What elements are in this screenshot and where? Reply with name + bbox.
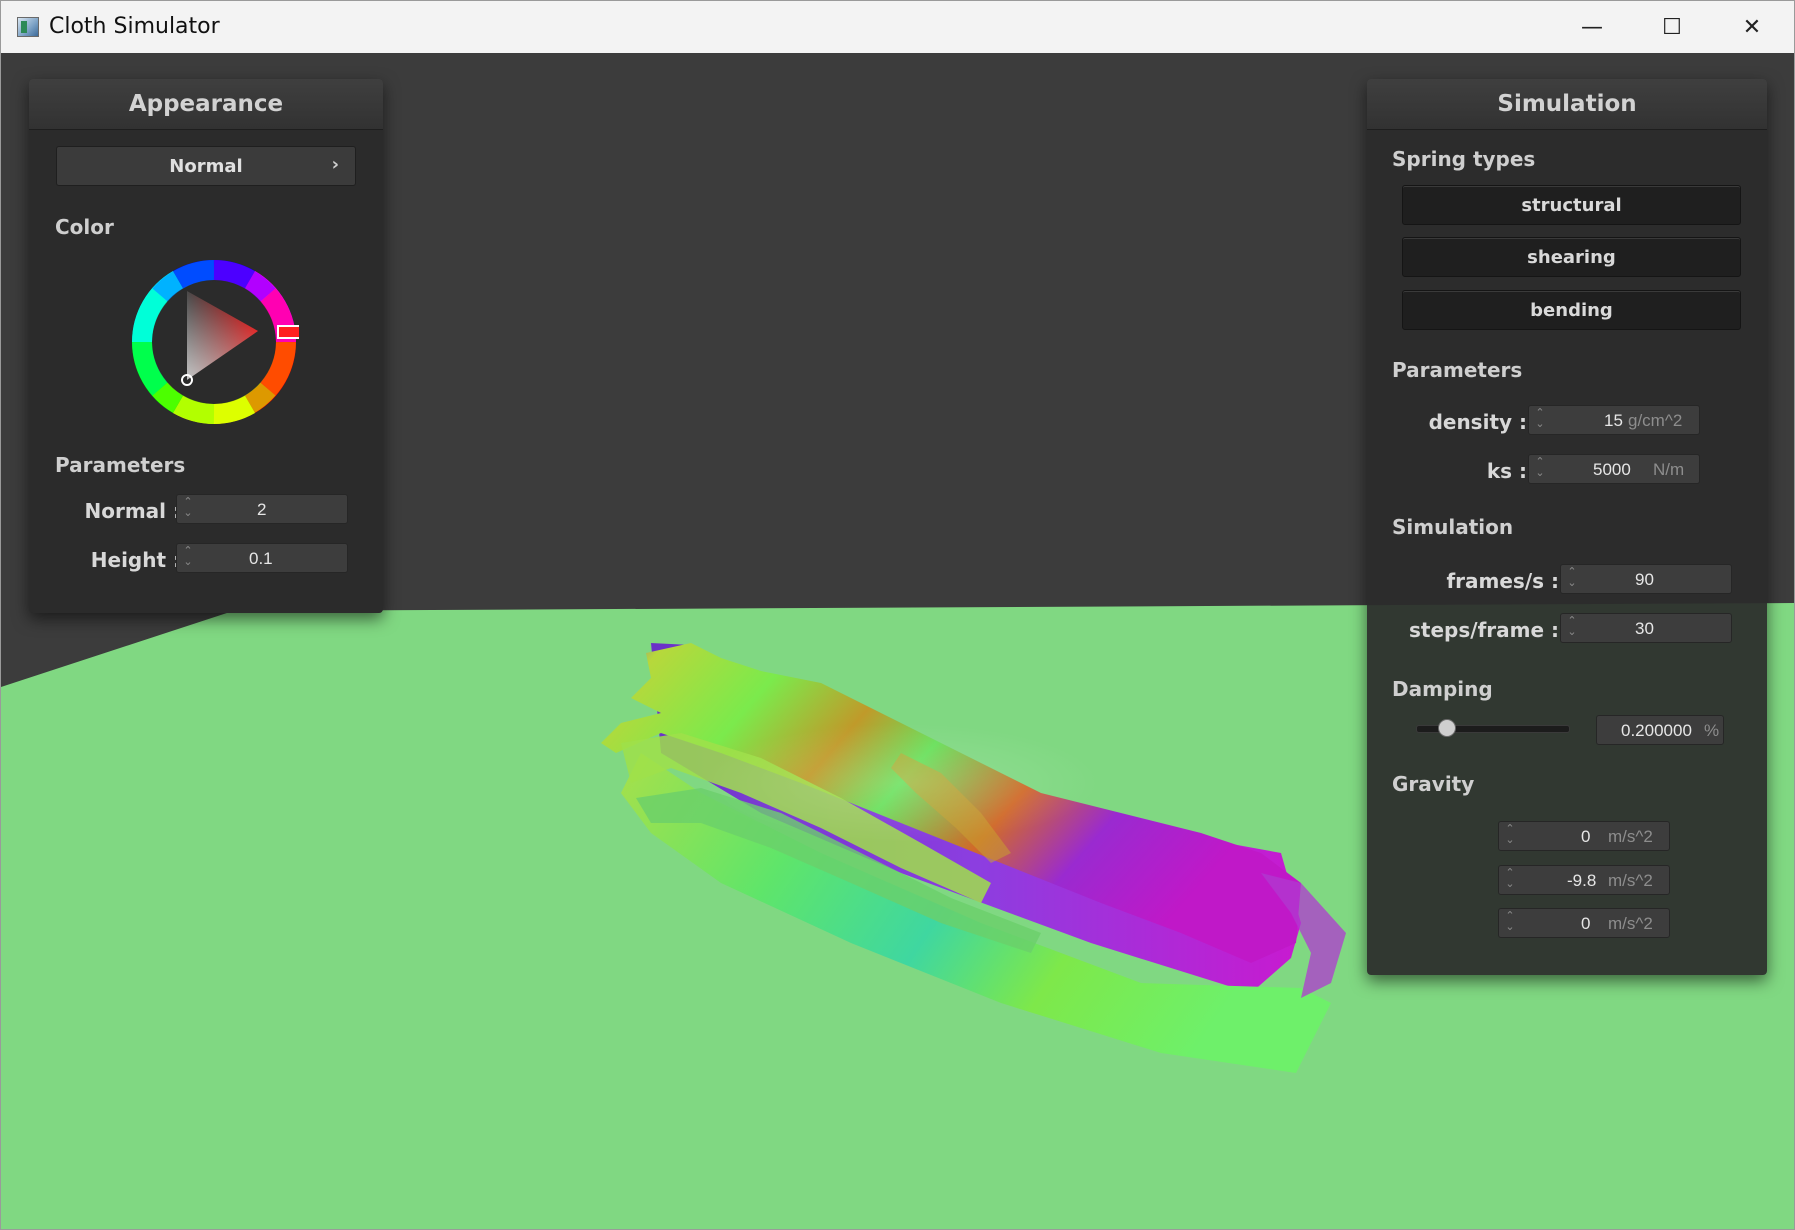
gravity-y-unit: m/s^2 xyxy=(1608,871,1653,890)
steps-input[interactable]: ⌃ ⌄ 30 xyxy=(1560,613,1732,643)
gravity-z-input[interactable]: ⌃ ⌄ 0 m/s^2 xyxy=(1498,908,1670,938)
appearance-panel: Appearance Normal › Color Parameters Nor… xyxy=(29,79,383,613)
density-unit: g/cm^2 xyxy=(1628,411,1683,430)
hue-selector-handle[interactable] xyxy=(277,325,299,339)
close-button[interactable]: ✕ xyxy=(1712,1,1792,53)
spinner-icon[interactable]: ⌃ ⌄ xyxy=(1505,824,1515,848)
ks-unit: N/m xyxy=(1653,460,1685,479)
maximize-icon: ☐ xyxy=(1662,14,1682,40)
minimize-button[interactable]: — xyxy=(1552,1,1632,53)
damping-slider[interactable] xyxy=(1416,719,1570,737)
fps-label: frames/s : xyxy=(1446,569,1559,593)
simulation-panel-title: Simulation xyxy=(1367,79,1767,130)
gravity-z-unit: m/s^2 xyxy=(1608,914,1653,933)
ks-label: ks : xyxy=(1486,459,1527,483)
color-wheel[interactable] xyxy=(129,257,299,427)
gravity-x-unit: m/s^2 xyxy=(1608,827,1653,846)
steps-value: 30 xyxy=(1635,619,1654,638)
ks-value: 5000 xyxy=(1593,460,1631,479)
damping-label: Damping xyxy=(1392,677,1493,701)
app-window: Cloth Simulator — ☐ ✕ Appearance Normal … xyxy=(0,0,1795,1230)
ks-input[interactable]: ⌃ ⌄ 5000 N/m xyxy=(1528,454,1700,484)
color-section-label: Color xyxy=(55,215,114,239)
steps-label: steps/frame : xyxy=(1409,618,1559,642)
damping-value: 0.200000 xyxy=(1621,721,1692,740)
simulation-section-label: Simulation xyxy=(1392,515,1514,539)
sim-parameters-label: Parameters xyxy=(1392,358,1523,382)
gravity-y-value: -9.8 xyxy=(1567,871,1597,890)
appearance-panel-title: Appearance xyxy=(29,79,383,130)
bending-button[interactable]: bending xyxy=(1402,290,1741,330)
fps-input[interactable]: ⌃ ⌄ 90 xyxy=(1560,564,1732,594)
app-icon xyxy=(17,17,39,37)
spinner-icon[interactable]: ⌃ ⌄ xyxy=(1535,408,1545,432)
gravity-y-input[interactable]: ⌃ ⌄ -9.8 m/s^2 xyxy=(1498,865,1670,895)
shader-dropdown[interactable]: Normal › xyxy=(56,146,356,186)
3d-viewport[interactable]: Appearance Normal › Color Parameters Nor… xyxy=(1,53,1794,1229)
chevron-right-icon: › xyxy=(331,154,339,175)
spinner-icon[interactable]: ⌃ ⌄ xyxy=(1567,616,1577,640)
damping-unit: % xyxy=(1704,721,1720,740)
spinner-icon[interactable]: ⌃ ⌄ xyxy=(183,497,193,521)
appearance-parameters-label: Parameters xyxy=(55,453,186,477)
spinner-icon[interactable]: ⌃ ⌄ xyxy=(183,546,193,570)
maximize-button[interactable]: ☐ xyxy=(1632,1,1712,53)
gravity-label: Gravity xyxy=(1392,772,1475,796)
damping-slider-handle[interactable] xyxy=(1438,719,1456,737)
height-label: Height : xyxy=(90,548,181,572)
gravity-x-input[interactable]: ⌃ ⌄ 0 m/s^2 xyxy=(1498,821,1670,851)
close-icon: ✕ xyxy=(1742,14,1762,40)
density-value: 15 xyxy=(1604,411,1623,430)
shader-dropdown-value: Normal xyxy=(169,156,243,177)
spinner-icon[interactable]: ⌃ ⌄ xyxy=(1505,868,1515,892)
density-label: density : xyxy=(1428,410,1527,434)
simulation-panel: Simulation Spring types structural shear… xyxy=(1367,79,1767,975)
normal-label: Normal : xyxy=(84,499,182,523)
spring-types-label: Spring types xyxy=(1392,147,1536,171)
cloth-highlight xyxy=(701,723,1101,843)
shearing-button[interactable]: shearing xyxy=(1402,237,1741,277)
structural-button[interactable]: structural xyxy=(1402,185,1741,225)
gravity-z-value: 0 xyxy=(1581,914,1591,933)
height-input[interactable]: ⌃ ⌄ 0.1 xyxy=(176,543,348,573)
fps-value: 90 xyxy=(1635,570,1654,589)
spinner-icon[interactable]: ⌃ ⌄ xyxy=(1505,911,1515,935)
title-bar[interactable]: Cloth Simulator — ☐ ✕ xyxy=(1,1,1794,54)
normal-input[interactable]: ⌃ ⌄ 2 xyxy=(176,494,348,524)
minimize-icon: — xyxy=(1581,14,1603,40)
normal-value: 2 xyxy=(257,500,267,519)
height-value: 0.1 xyxy=(249,549,273,568)
spinner-icon[interactable]: ⌃ ⌄ xyxy=(1567,567,1577,591)
density-input[interactable]: ⌃ ⌄ 15 g/cm^2 xyxy=(1528,405,1700,435)
window-title: Cloth Simulator xyxy=(49,14,220,39)
damping-input[interactable]: 0.200000 % xyxy=(1596,715,1724,745)
spinner-icon[interactable]: ⌃ ⌄ xyxy=(1535,457,1545,481)
gravity-x-value: 0 xyxy=(1581,827,1591,846)
